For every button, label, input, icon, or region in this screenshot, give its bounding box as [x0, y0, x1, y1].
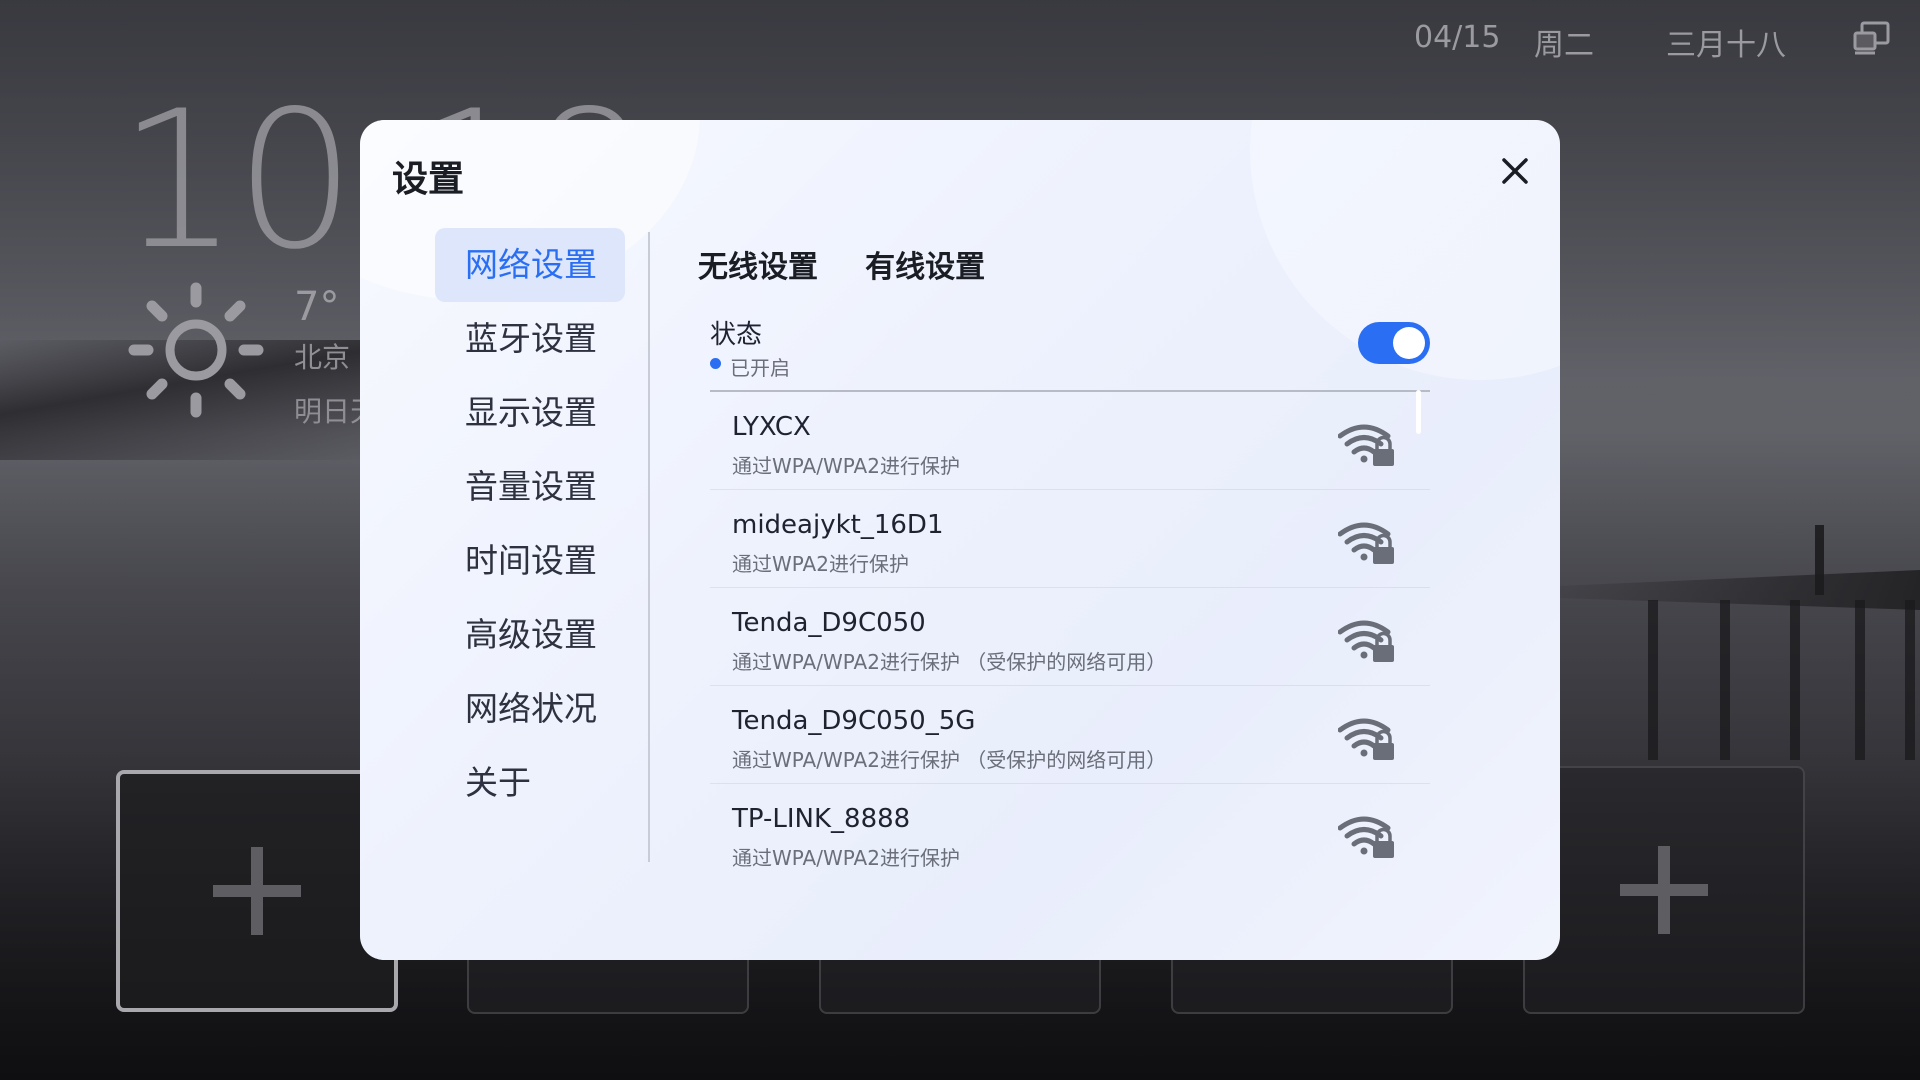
wifi-lock-icon [1337, 520, 1396, 566]
nav-item-time[interactable]: 时间设置 [435, 524, 625, 598]
network-tabs: 无线设置 有线设置 [698, 242, 1027, 294]
tab-wireless[interactable]: 无线设置 [698, 242, 818, 294]
nav-item-display[interactable]: 显示设置 [435, 376, 625, 450]
wifi-security: 通过WPA/WPA2进行保护 [732, 454, 960, 478]
nav-item-network-status[interactable]: 网络状况 [435, 672, 625, 746]
plus-icon [213, 847, 301, 935]
wifi-name: TP-LINK_8888 [732, 804, 911, 834]
sun-icon [126, 280, 266, 420]
settings-dialog: 设置 网络设置 蓝牙设置 显示设置 音量设置 时间设置 高级设置 网络状况 关于… [360, 120, 1560, 960]
wifi-list: LYXCX 通过WPA/WPA2进行保护 mideajykt_16D1 通过WP… [710, 392, 1430, 882]
wifi-name: LYXCX [732, 412, 811, 442]
wifi-list-item[interactable]: TP-LINK_8888 通过WPA/WPA2进行保护 [710, 784, 1430, 882]
state-label: 状态 [710, 320, 763, 350]
wifi-security: 通过WPA2进行保护 [732, 552, 909, 576]
wifi-security: 通过WPA/WPA2进行保护 （受保护的网络可用） [732, 748, 1167, 772]
nav-item-network[interactable]: 网络设置 [435, 228, 625, 302]
status-weekday: 周二 [1534, 28, 1594, 63]
wifi-name: mideajykt_16D1 [732, 510, 944, 540]
wifi-name: Tenda_D9C050_5G [732, 706, 976, 736]
close-icon [1502, 158, 1528, 184]
wifi-name: Tenda_D9C050 [732, 608, 926, 638]
wifi-list-item[interactable]: LYXCX 通过WPA/WPA2进行保护 [710, 392, 1430, 490]
wifi-list-item[interactable]: Tenda_D9C050_5G 通过WPA/WPA2进行保护 （受保护的网络可用… [710, 686, 1430, 784]
toggle-knob [1393, 327, 1425, 359]
nav-item-bluetooth[interactable]: 蓝牙设置 [435, 302, 625, 376]
wallpaper-posts [1640, 600, 1920, 780]
wifi-toggle[interactable] [1358, 322, 1430, 364]
wifi-lock-icon [1337, 422, 1396, 468]
wifi-list-item[interactable]: Tenda_D9C050 通过WPA/WPA2进行保护 （受保护的网络可用） [710, 588, 1430, 686]
dialog-title: 设置 [392, 159, 465, 200]
nav-item-volume[interactable]: 音量设置 [435, 450, 625, 524]
close-button[interactable] [1490, 146, 1540, 196]
state-status-text: 已开启 [730, 356, 790, 380]
status-date: 04/15 [1414, 20, 1501, 55]
weather-city: 北京 [294, 341, 351, 374]
nav-item-about[interactable]: 关于 [435, 746, 625, 820]
app-tile-5[interactable] [1523, 766, 1805, 1014]
wifi-security: 通过WPA/WPA2进行保护 （受保护的网络可用） [732, 650, 1167, 674]
wifi-lock-icon [1337, 618, 1396, 664]
tab-wired[interactable]: 有线设置 [865, 242, 985, 294]
wifi-lock-icon [1337, 814, 1396, 860]
plus-icon [1620, 846, 1708, 934]
wifi-lock-icon [1337, 716, 1396, 762]
status-lunar-date: 三月十八 [1666, 28, 1786, 63]
nav-item-advanced[interactable]: 高级设置 [435, 598, 625, 672]
window-switch-icon[interactable] [1852, 20, 1892, 60]
wifi-list-item[interactable]: mideajykt_16D1 通过WPA2进行保护 [710, 490, 1430, 588]
app-tile-1[interactable] [116, 770, 398, 1012]
weather-temperature: 7° [294, 284, 340, 330]
wallpaper-tower [1815, 525, 1824, 595]
nav-divider [648, 232, 650, 862]
wifi-security: 通过WPA/WPA2进行保护 [732, 846, 960, 870]
settings-nav: 网络设置 蓝牙设置 显示设置 音量设置 时间设置 高级设置 网络状况 关于 [435, 228, 625, 820]
status-bar: 04/15 周二 三月十八 [1020, 14, 1920, 64]
wifi-state-row: 状态 已开启 [710, 310, 1430, 392]
